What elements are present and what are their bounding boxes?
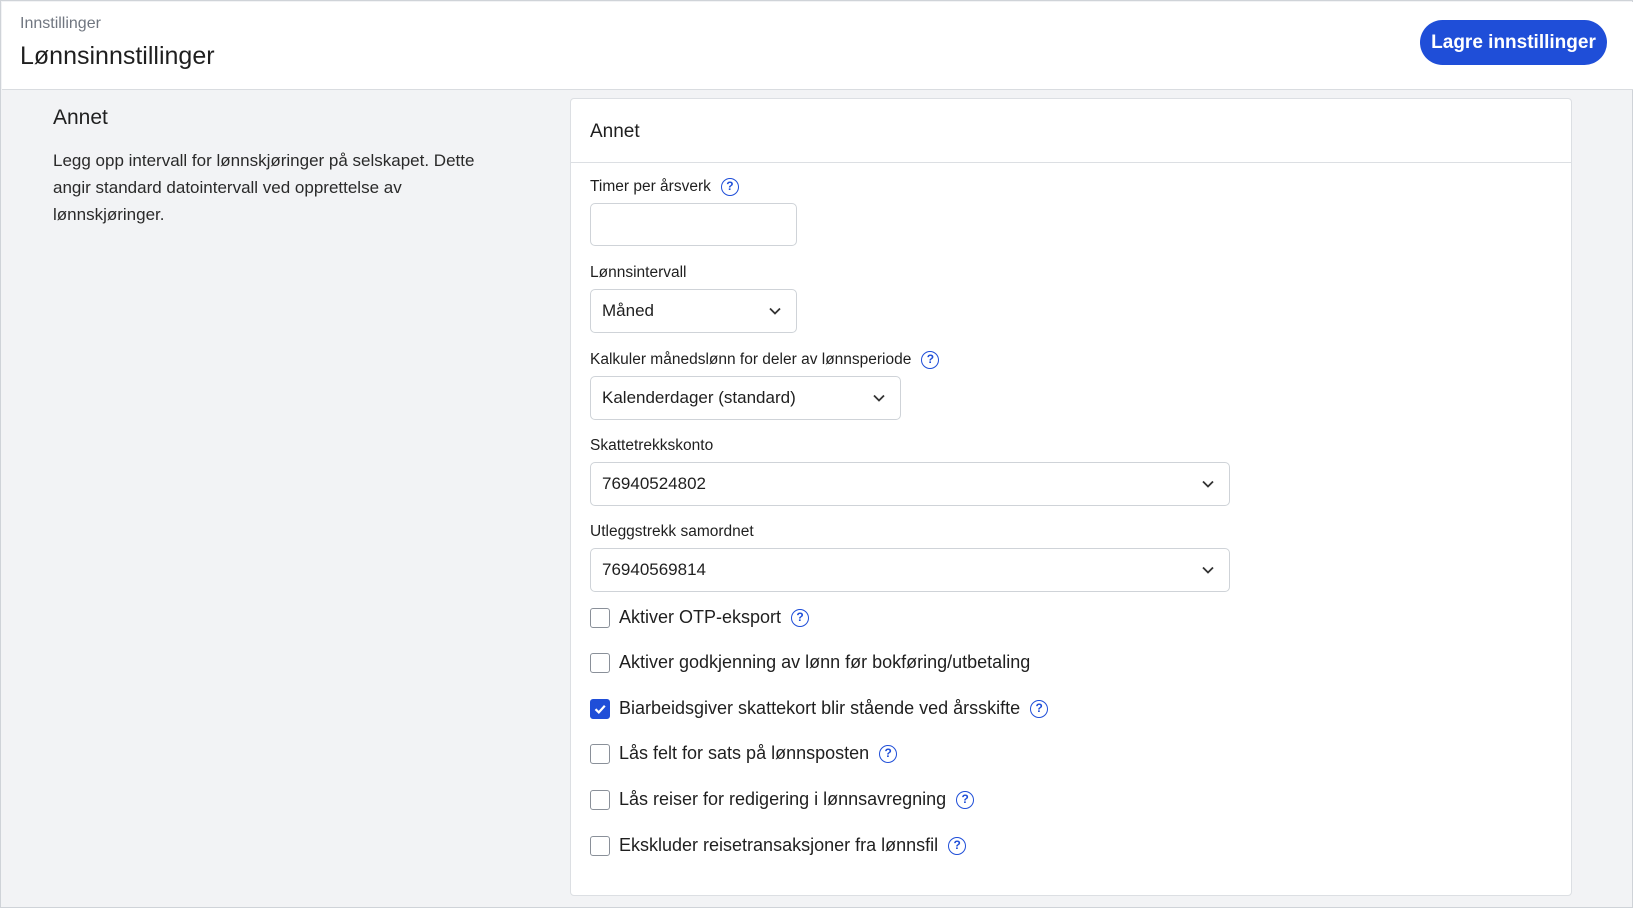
checkbox-approval[interactable]: Aktiver godkjenning av lønn før bokførin… (590, 652, 1030, 673)
checkbox[interactable] (590, 835, 610, 856)
breadcrumb[interactable]: Innstillinger (20, 15, 101, 33)
checkbox-lock-rate[interactable]: Lås felt for sats på lønnsposten ? (590, 743, 898, 764)
tax-account-label: Skattetrekkskonto (590, 437, 713, 455)
question-circle-icon[interactable]: ? (1030, 699, 1049, 718)
interval-select-value: Måned (602, 301, 654, 320)
checkbox-secondary-employer[interactable]: Biarbeidsgiver skattekort blir stående v… (590, 698, 1049, 719)
checkbox[interactable] (590, 652, 610, 673)
checkbox-label: Ekskluder reisetransaksjoner fra lønnsfi… (619, 835, 939, 855)
timer-input[interactable] (590, 203, 797, 246)
checkbox[interactable] (590, 607, 610, 628)
calc-select[interactable]: Kalenderdager (standard) (590, 376, 901, 420)
garnishment-select[interactable]: 76940569814 (590, 548, 1230, 592)
checkbox[interactable] (590, 789, 610, 810)
chevron-down-icon (1202, 480, 1214, 488)
question-circle-icon[interactable]: ? (921, 351, 940, 369)
section-title: Annet (53, 106, 108, 129)
calc-label-text: Kalkuler månedslønn for deler av lønnspe… (590, 351, 912, 368)
chevron-down-icon (769, 307, 781, 315)
question-circle-icon[interactable]: ? (879, 744, 898, 763)
card-title: Annet (590, 121, 640, 142)
checkbox[interactable] (590, 743, 610, 764)
interval-label-text: Lønnsintervall (590, 264, 687, 281)
checkbox-label: Biarbeidsgiver skattekort blir stående v… (619, 698, 1021, 718)
checkbox-exclude-travel[interactable]: Ekskluder reisetransaksjoner fra lønnsfi… (590, 835, 967, 856)
page-title: Lønnsinnstillinger (20, 42, 215, 70)
chevron-down-icon (1202, 566, 1214, 574)
calc-select-value: Kalenderdager (standard) (602, 388, 796, 407)
chevron-down-icon (873, 394, 885, 402)
garnishment-label: Utleggstrekk samordnet (590, 523, 754, 541)
checkbox-label: Lås felt for sats på lønnsposten (619, 743, 870, 763)
interval-label: Lønnsintervall (590, 264, 687, 282)
save-settings-button[interactable]: Lagre innstillinger (1420, 20, 1607, 65)
question-circle-icon[interactable]: ? (791, 608, 810, 627)
garnishment-value: 76940569814 (602, 560, 707, 579)
checkbox-label: Lås reiser for redigering i lønnsavregni… (619, 789, 947, 809)
settings-card: Annet Timer per årsverk ? Lønnsintervall… (570, 98, 1572, 896)
tax-account-label-text: Skattetrekkskonto (590, 437, 714, 454)
checkbox-label: Aktiver godkjenning av lønn før bokførin… (619, 652, 1031, 672)
timer-label: Timer per årsverk ? (590, 178, 739, 196)
checkbox-lock-travel[interactable]: Lås reiser for redigering i lønnsavregni… (590, 789, 975, 810)
checkbox-label: Aktiver OTP-eksport (619, 607, 782, 627)
page-header: Innstillinger Lønnsinnstillinger Lagre i… (2, 2, 1633, 90)
checkbox-checked[interactable] (590, 698, 610, 719)
checkmark-icon (594, 704, 606, 714)
tax-account-value: 76940524802 (602, 474, 707, 493)
interval-select[interactable]: Måned (590, 289, 797, 333)
section-description: Legg opp intervall for lønnskjøringer på… (53, 151, 475, 224)
garnishment-label-text: Utleggstrekk samordnet (590, 523, 754, 540)
question-circle-icon[interactable]: ? (956, 790, 975, 809)
app-frame: Innstillinger Lønnsinnstillinger Lagre i… (0, 0, 1633, 908)
tax-account-select[interactable]: 76940524802 (590, 462, 1230, 506)
timer-label-text: Timer per årsverk (590, 178, 711, 195)
calc-label: Kalkuler månedslønn for deler av lønnspe… (590, 351, 940, 369)
checkbox-otp-export[interactable]: Aktiver OTP-eksport ? (590, 607, 810, 628)
card-header: Annet (571, 99, 1571, 163)
question-circle-icon[interactable]: ? (948, 836, 967, 855)
question-circle-icon[interactable]: ? (720, 178, 739, 196)
